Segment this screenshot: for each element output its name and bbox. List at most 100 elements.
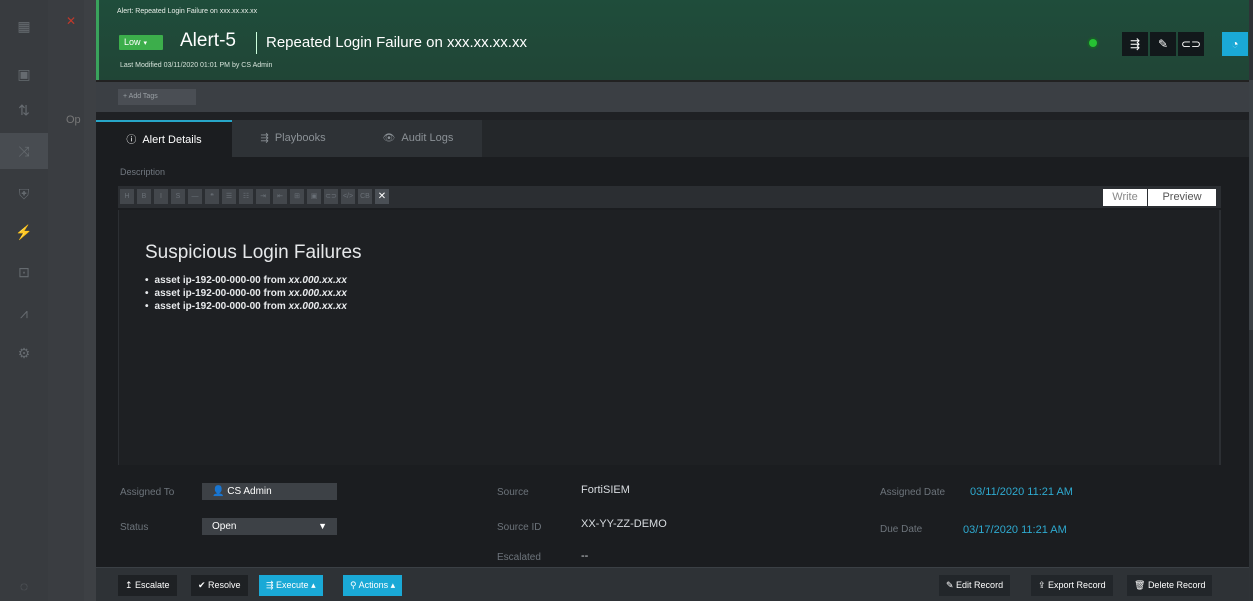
playbook-icon: ⇶ [1129, 37, 1141, 51]
bold-button[interactable]: B [137, 189, 151, 204]
delete-record-label: Delete Record [1147, 580, 1206, 590]
heading-button[interactable]: H [120, 189, 134, 204]
resolve-label: Resolve [208, 580, 241, 590]
list-item: asset ip-192-00-000-00 from xx.000.xx.xx [145, 300, 347, 313]
briefcase-icon[interactable]: ⊡ [14, 264, 34, 280]
playbooks-button[interactable]: ⇶ [1122, 32, 1148, 56]
severity-dropdown[interactable]: Low ▾ [119, 35, 163, 50]
severity-label: Low [124, 37, 141, 47]
shield-icon[interactable]: ⛨ [14, 186, 34, 202]
resolve-button[interactable]: ✔ Resolve [191, 575, 248, 596]
add-tags-input[interactable]: + Add Tags [118, 89, 196, 105]
app-sidebar: ▦ ▣ ⇅ ⤨ ⛨ ⚡ ⊡ ⩘ ⚙ ◌ [0, 0, 48, 601]
code-button[interactable]: </> [341, 189, 355, 204]
actions-label: Actions [358, 580, 389, 590]
playbook-icon: ⇶ [266, 580, 277, 590]
link-button[interactable]: ⊂⊃ [324, 189, 338, 204]
scrollbar-thumb[interactable] [1249, 80, 1253, 330]
tab-playbooks[interactable]: ⇶ Playbooks [232, 120, 354, 157]
last-modified: Last Modified 03/11/2020 01:01 PM by CS … [120, 62, 273, 69]
assigned-to-field[interactable]: 👤 CS Admin [202, 483, 337, 500]
write-tab[interactable]: Write [1103, 189, 1147, 206]
asset-name: asset ip-192-00-000-00 [154, 275, 261, 286]
due-date-value: 03/17/2020 11:21 AM [963, 524, 1067, 536]
background-panel: ✕ Op [48, 0, 84, 601]
horizontal-rule-button[interactable]: — [188, 189, 202, 204]
code-block-button[interactable]: CB [358, 189, 372, 204]
sort-icon[interactable]: ⇅ [14, 102, 34, 118]
numbered-list-button[interactable]: ☷ [239, 189, 253, 204]
edit-record-button[interactable]: ✎ Edit Record [939, 575, 1011, 596]
close-icon[interactable]: ✕ [66, 14, 76, 28]
chat-icon: ◔ [1231, 37, 1239, 51]
dashboard-icon[interactable]: ▣ [14, 66, 34, 82]
settings-icon[interactable]: ⚙ [14, 345, 34, 361]
asset-name: asset ip-192-00-000-00 [154, 301, 261, 312]
description-list: asset ip-192-00-000-00 from xx.000.xx.xx… [145, 274, 347, 313]
ip-address: xx.000.xx.xx [288, 288, 347, 299]
execute-label: Execute [276, 580, 309, 590]
alert-id: Alert-5 [180, 30, 236, 51]
list-item: asset ip-192-00-000-00 from xx.000.xx.xx [145, 287, 347, 300]
italic-button[interactable]: I [154, 189, 168, 204]
execute-button[interactable]: ⇶ Execute ▴ [259, 575, 323, 596]
escalate-button[interactable]: ↥ Escalate [118, 575, 177, 596]
tab-label: Alert Details [142, 134, 202, 146]
tab-audit-logs[interactable]: 👁 Audit Logs [354, 120, 482, 157]
assigned-date-label: Assigned Date [880, 487, 946, 498]
edit-icon: ✎ [946, 580, 957, 590]
description-heading: Suspicious Login Failures [145, 242, 362, 263]
alert-detail-modal: Alert: Repeated Login Failure on xxx.xx.… [96, 0, 1253, 601]
caret-down-icon: ▼ [318, 521, 327, 531]
fullscreen-icon[interactable]: ✕ [375, 189, 389, 204]
arrow-up-icon: ↥ [125, 580, 136, 590]
export-record-label: Export Record [1048, 580, 1106, 590]
edit-record-label: Edit Record [956, 580, 1004, 590]
tab-bar: ⓘ Alert Details ⇶ Playbooks 👁 Audit Logs [96, 120, 1253, 157]
bolt-icon[interactable]: ⚡ [14, 224, 34, 240]
from-text: from [263, 288, 286, 299]
caret-up-icon: ▴ [308, 580, 316, 590]
tab-alert-details[interactable]: ⓘ Alert Details [96, 120, 232, 157]
export-icon: ⇪ [1038, 580, 1049, 590]
scrollbar[interactable] [1249, 0, 1253, 601]
action-bar: ↥ Escalate ✔ Resolve ⇶ Execute ▴ ⚲ Actio… [96, 567, 1253, 601]
bullet-list-button[interactable]: ☰ [222, 189, 236, 204]
image-button[interactable]: ▣ [307, 189, 321, 204]
divider [256, 32, 257, 54]
grid-icon[interactable]: ▦ [14, 18, 34, 34]
alert-details-panel: Description H B I S — ❝ ☰ ☷ ⇥ ⇤ ⊞ ▣ ⊂⊃ <… [96, 157, 1253, 567]
shuffle-icon[interactable]: ⤨ [0, 133, 48, 169]
link-button[interactable]: ⊂⊃ [1178, 32, 1204, 56]
source-label: Source [497, 487, 529, 498]
alert-fields: Assigned To 👤 CS Admin Status Open ▼ Sour… [96, 472, 1253, 567]
chart-icon[interactable]: ⩘ [14, 305, 34, 321]
preview-tab[interactable]: Preview [1148, 189, 1216, 206]
export-record-button[interactable]: ⇪ Export Record [1031, 575, 1113, 596]
tab-label: Audit Logs [401, 132, 454, 144]
description-editor[interactable]: Suspicious Login Failures asset ip-192-0… [118, 210, 1221, 465]
assigned-date-value: 03/11/2020 11:21 AM [970, 486, 1073, 498]
outdent-button[interactable]: ⇤ [273, 189, 287, 204]
info-icon: ⓘ [126, 135, 137, 146]
delete-record-button[interactable]: 🗑 Delete Record [1127, 575, 1213, 596]
quote-button[interactable]: ❝ [205, 189, 219, 204]
help-icon[interactable]: ◌ [14, 578, 34, 594]
page-title: Repeated Login Failure on xxx.xx.xx.xx [266, 34, 527, 51]
actions-button[interactable]: ⚲ Actions ▴ [343, 575, 403, 596]
collaboration-button[interactable]: ◔ [1222, 32, 1248, 56]
table-button[interactable]: ⊞ [290, 189, 304, 204]
tab-label: Playbooks [274, 132, 326, 144]
caret-up-icon: ▴ [388, 580, 396, 590]
escalated-label: Escalated [497, 552, 541, 563]
user-icon: 👤 [212, 486, 228, 497]
indent-button[interactable]: ⇥ [256, 189, 270, 204]
playbook-icon: ⇶ [260, 133, 269, 144]
strikethrough-button[interactable]: S [171, 189, 185, 204]
status-select[interactable]: Open ▼ [202, 518, 337, 535]
trash-icon: 🗑 [1134, 580, 1148, 590]
eye-icon: 👁 [382, 133, 396, 144]
link-icon: ⊂⊃ [1180, 37, 1202, 51]
from-text: from [263, 275, 286, 286]
edit-button[interactable]: ✎ [1150, 32, 1176, 56]
